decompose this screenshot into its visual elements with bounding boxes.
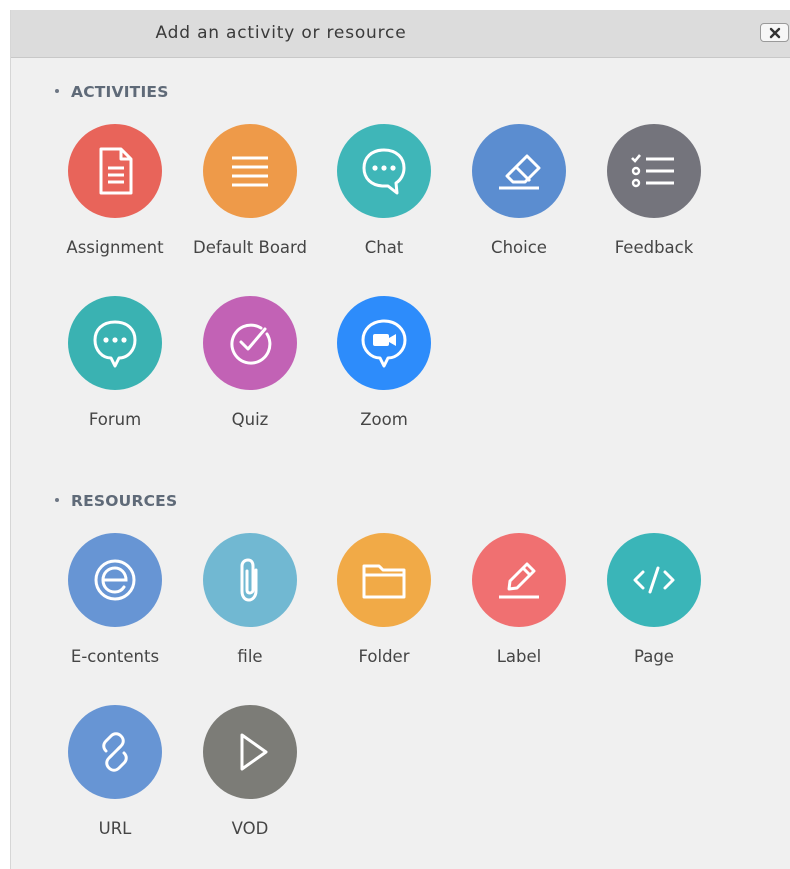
feedback-icon-circle — [607, 124, 701, 218]
resource-label: Folder — [358, 647, 410, 666]
resource-label-item[interactable]: Label — [452, 533, 586, 688]
resource-label: E-contents — [70, 647, 160, 666]
activity-feedback[interactable]: Feedback — [587, 124, 721, 279]
activity-chat[interactable]: Chat — [317, 124, 451, 279]
file-icon-circle — [203, 533, 297, 627]
link-icon — [102, 732, 128, 772]
quiz-icon-circle — [203, 296, 297, 390]
activity-label: Zoom — [360, 410, 408, 429]
section-heading-label: RESOURCES — [71, 492, 178, 510]
label-icon-circle — [472, 533, 566, 627]
activity-label: Default Board — [192, 238, 308, 257]
folder-icon — [362, 564, 406, 599]
resource-url[interactable]: URL — [48, 705, 182, 860]
code-icon — [633, 566, 675, 594]
e-contents-icon-circle — [68, 533, 162, 627]
close-icon — [769, 27, 781, 39]
activity-label: Choice — [491, 238, 547, 257]
activity-zoom[interactable]: Zoom — [317, 296, 451, 451]
resource-e-contents[interactable]: E-contents — [48, 533, 182, 688]
section-heading-resources: RESOURCES — [55, 492, 177, 510]
activity-label: Chat — [364, 238, 404, 257]
section-heading-activities: ACTIVITIES — [55, 83, 169, 101]
e-letter-icon — [94, 559, 136, 601]
resource-vod[interactable]: VOD — [183, 705, 317, 860]
checklist-icon — [631, 154, 674, 188]
speech-bubble-icon — [362, 148, 406, 195]
document-icon — [99, 147, 133, 195]
activity-label: Assignment — [66, 238, 164, 257]
pencil-icon — [499, 562, 539, 599]
folder-icon-circle — [337, 533, 431, 627]
activity-label: Forum — [88, 410, 142, 429]
resource-label: Page — [634, 647, 674, 666]
eraser-icon — [499, 154, 541, 190]
activity-default-board[interactable]: Default Board — [183, 124, 317, 279]
play-icon — [240, 733, 268, 771]
resource-label: URL — [98, 819, 132, 838]
bullet-icon — [55, 88, 59, 93]
assignment-icon-circle — [68, 124, 162, 218]
resource-label: VOD — [231, 819, 269, 838]
check-circle-icon — [230, 323, 272, 365]
default-board-icon-circle — [203, 124, 297, 218]
activity-assignment[interactable]: Assignment — [48, 124, 182, 279]
activity-label: Quiz — [231, 410, 269, 429]
dialog-title: Add an activity or resource — [155, 23, 407, 43]
url-icon-circle — [68, 705, 162, 799]
close-button[interactable] — [760, 23, 789, 42]
paperclip-icon — [240, 558, 258, 602]
choice-icon-circle — [472, 124, 566, 218]
vod-icon-circle — [203, 705, 297, 799]
section-heading-label: ACTIVITIES — [71, 83, 169, 101]
chat-icon-circle — [337, 124, 431, 218]
activity-forum[interactable]: Forum — [48, 296, 182, 451]
list-icon — [232, 156, 268, 187]
page-icon-circle — [607, 533, 701, 627]
resource-label: Label — [496, 647, 542, 666]
resource-label: file — [237, 647, 263, 666]
activity-label: Feedback — [614, 238, 694, 257]
dialog-titlebar: Add an activity or resource — [11, 10, 790, 58]
zoom-icon-circle — [337, 296, 431, 390]
bullet-icon — [55, 497, 59, 502]
resource-page[interactable]: Page — [587, 533, 721, 688]
speech-bubble-icon — [93, 320, 137, 368]
resource-folder[interactable]: Folder — [317, 533, 451, 688]
activity-choice[interactable]: Choice — [452, 124, 586, 279]
video-camera-icon — [361, 319, 407, 368]
resource-file[interactable]: file — [183, 533, 317, 688]
forum-icon-circle — [68, 296, 162, 390]
activity-quiz[interactable]: Quiz — [183, 296, 317, 451]
activity-chooser-dialog: Add an activity or resource ACTIVITIES A… — [10, 10, 790, 869]
